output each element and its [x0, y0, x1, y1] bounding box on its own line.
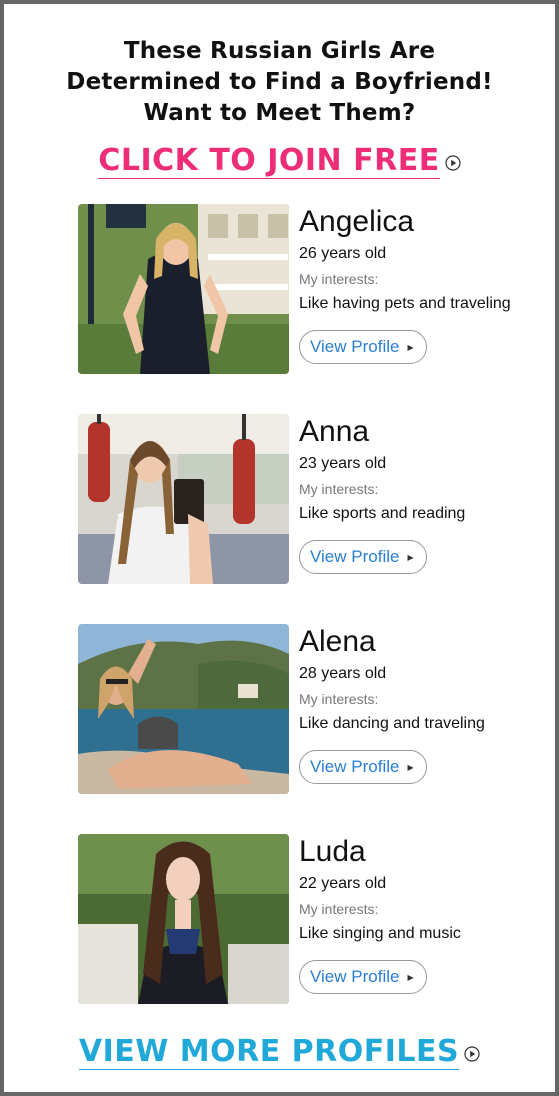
interests-text: Like having pets and traveling: [299, 295, 511, 312]
caret-right-icon: ▶: [407, 762, 414, 772]
interests-label: My interests:: [299, 481, 379, 497]
play-circle-icon[interactable]: [464, 1046, 480, 1062]
interests-label: My interests:: [299, 271, 379, 287]
interests-text: Like sports and reading: [299, 505, 466, 522]
caret-right-icon: ▶: [407, 342, 414, 352]
join-free-cta[interactable]: CLICK TO JOIN FREE: [4, 143, 555, 179]
view-profile-label: View Profile: [310, 547, 400, 566]
view-profile-button[interactable]: View Profile ▶: [299, 330, 427, 364]
profile-name: Alena: [299, 625, 376, 658]
profile-card: Anna 23 years old My interests: Like spo…: [78, 414, 528, 584]
profile-info: Luda 22 years old My interests: Like sin…: [299, 834, 528, 994]
profile-age: 28 years old: [299, 665, 387, 682]
profile-card: Luda 22 years old My interests: Like sin…: [78, 834, 528, 1004]
view-more-cta[interactable]: VIEW MORE PROFILES: [4, 1034, 555, 1070]
headline-line-2: Determined to Find a Boyfriend!: [66, 69, 493, 95]
profile-card: Angelica 26 years old My interests: Like…: [78, 204, 528, 374]
profile-photo[interactable]: [78, 204, 289, 374]
headline-line-3: Want to Meet Them?: [143, 100, 416, 126]
profile-photo[interactable]: [78, 414, 289, 584]
profile-info: Alena 28 years old My interests: Like da…: [299, 624, 528, 784]
view-profile-button[interactable]: View Profile ▶: [299, 540, 427, 574]
profile-name: Luda: [299, 835, 366, 868]
interests-text: Like dancing and traveling: [299, 715, 485, 732]
headline-line-1: These Russian Girls Are: [123, 38, 436, 64]
view-profile-label: View Profile: [310, 757, 400, 776]
profile-photo[interactable]: [78, 624, 289, 794]
interests-label: My interests:: [299, 901, 379, 917]
join-free-link[interactable]: CLICK TO JOIN FREE: [98, 143, 440, 179]
headline: These Russian Girls Are Determined to Fi…: [8, 36, 551, 129]
profile-info: Anna 23 years old My interests: Like spo…: [299, 414, 528, 574]
profile-card: Alena 28 years old My interests: Like da…: [78, 624, 528, 794]
profile-name: Angelica: [299, 205, 415, 238]
interests-text: Like singing and music: [299, 925, 461, 942]
play-circle-icon[interactable]: [445, 155, 461, 171]
ad-frame: These Russian Girls Are Determined to Fi…: [0, 0, 559, 1096]
profile-age: 23 years old: [299, 455, 387, 472]
view-profile-label: View Profile: [310, 967, 400, 986]
profile-name: Anna: [299, 415, 370, 448]
view-profile-button[interactable]: View Profile ▶: [299, 960, 427, 994]
profile-photo[interactable]: [78, 834, 289, 1004]
caret-right-icon: ▶: [407, 972, 414, 982]
interests-label: My interests:: [299, 691, 379, 707]
view-profile-button[interactable]: View Profile ▶: [299, 750, 427, 784]
view-more-link[interactable]: VIEW MORE PROFILES: [78, 1034, 460, 1070]
profile-info: Angelica 26 years old My interests: Like…: [299, 204, 528, 364]
profile-age: 22 years old: [299, 875, 387, 892]
caret-right-icon: ▶: [407, 552, 414, 562]
profile-age: 26 years old: [299, 245, 387, 262]
view-profile-label: View Profile: [310, 337, 400, 356]
